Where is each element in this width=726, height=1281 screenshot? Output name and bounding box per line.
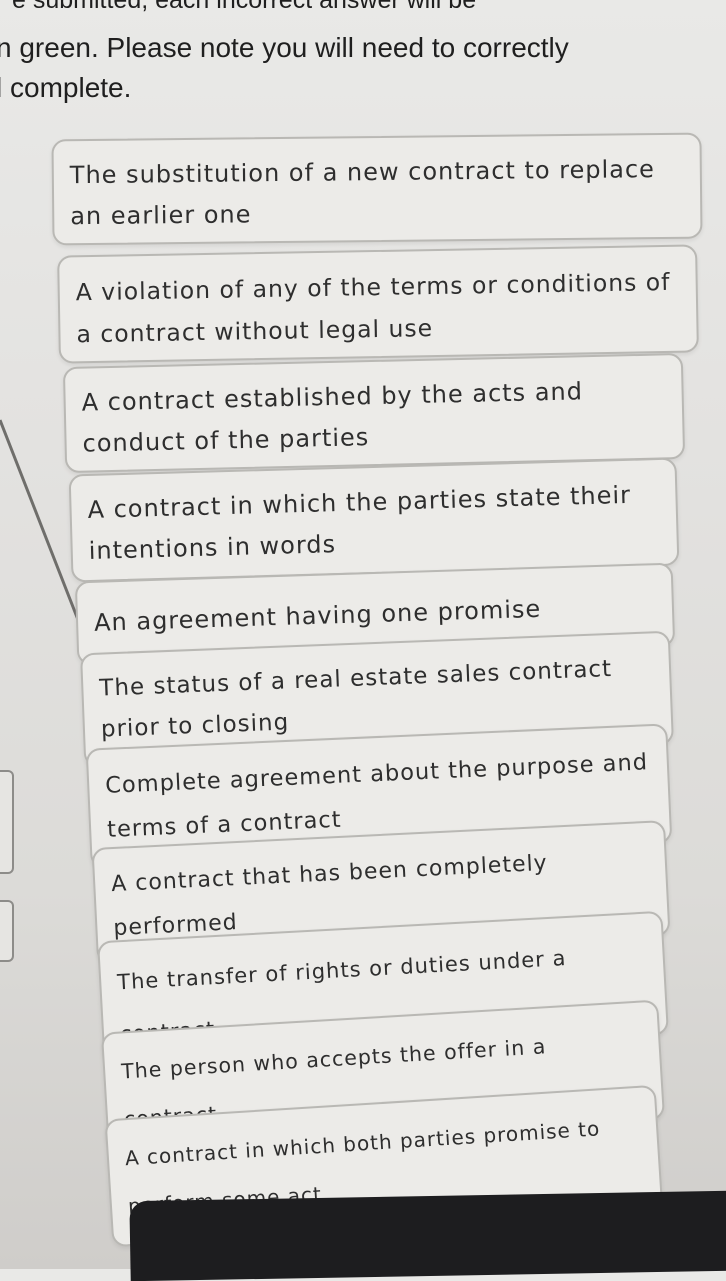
instructions-line-3: l complete. bbox=[0, 72, 132, 103]
definition-card[interactable]: A violation of any of the terms or condi… bbox=[57, 244, 699, 364]
term-slot-edge[interactable] bbox=[0, 900, 14, 962]
instructions-text: e submitted, each incorrect answer will … bbox=[0, 0, 726, 110]
definition-card[interactable]: The substitution of a new contract to re… bbox=[51, 132, 703, 246]
instructions-line-2: n green. Please note you will need to co… bbox=[0, 32, 569, 63]
definition-text: A contract in which the parties state th… bbox=[87, 480, 632, 565]
definition-text: A contract established by the acts and c… bbox=[81, 377, 584, 458]
definition-text: The substitution of a new contract to re… bbox=[69, 155, 656, 231]
term-slot-edge[interactable] bbox=[0, 770, 14, 874]
bottom-bar bbox=[129, 1190, 726, 1281]
definition-card[interactable]: A contract in which the parties state th… bbox=[68, 457, 680, 583]
definition-text: A violation of any of the terms or condi… bbox=[75, 267, 671, 349]
definition-card[interactable]: A contract established by the acts and c… bbox=[62, 352, 686, 474]
instructions-line-1: e submitted, each incorrect answer will … bbox=[12, 0, 477, 14]
